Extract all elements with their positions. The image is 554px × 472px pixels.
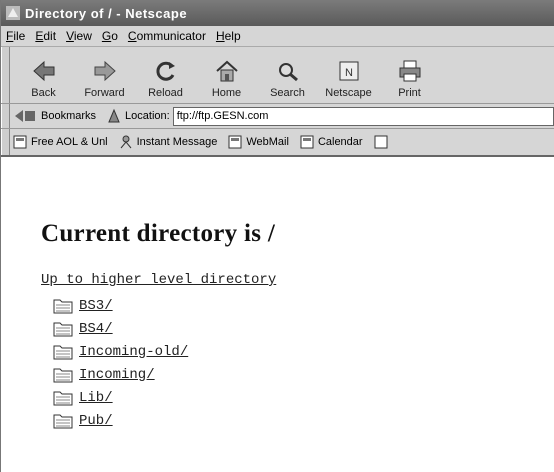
home-label: Home (211, 87, 242, 99)
folder-icon[interactable] (53, 366, 73, 383)
folder-icon[interactable] (53, 389, 73, 406)
directory-link[interactable]: BS4/ (79, 321, 113, 337)
location-label: Location: (125, 110, 170, 122)
location-icon (108, 108, 120, 123)
bookmark-icon (300, 135, 314, 149)
personal-item-label: Instant Message (136, 136, 218, 148)
menu-go[interactable]: Go (102, 29, 118, 43)
folder-icon[interactable] (53, 343, 73, 360)
netscape-icon: N (339, 61, 358, 81)
directory-link[interactable]: Pub/ (79, 413, 113, 429)
window-title: Directory of / - Netscape (25, 5, 188, 21)
personal-item-overflow[interactable] (374, 135, 392, 149)
list-item: BS4/ (53, 317, 554, 340)
netscape-app-icon (6, 6, 20, 20)
bookmarks-button[interactable]: Bookmarks (41, 110, 96, 122)
personal-item-instant-message[interactable]: Instant Message (119, 135, 218, 149)
menu-file[interactable]: File (6, 29, 25, 43)
svg-text:N: N (345, 67, 353, 79)
forward-button[interactable]: Forward (74, 47, 135, 103)
personal-item-label: Calendar (317, 136, 363, 148)
page-heading: Current directory is / (41, 220, 276, 247)
menu-help[interactable]: Help (216, 29, 241, 43)
home-button[interactable]: Home (196, 47, 257, 103)
menu-edit[interactable]: Edit (35, 29, 56, 43)
reload-icon (155, 61, 175, 81)
search-icon (278, 63, 298, 82)
directory-link[interactable]: Lib/ (79, 390, 113, 406)
menu-communicator[interactable]: Communicator (128, 29, 206, 43)
list-item: Incoming/ (53, 363, 554, 386)
back-button[interactable]: Back (13, 47, 74, 103)
bookmark-icon (374, 135, 388, 149)
personal-item-free-aol[interactable]: Free AOL & Unl (13, 135, 108, 149)
search-button[interactable]: Search (257, 47, 318, 103)
netscape-button[interactable]: N Netscape (318, 47, 379, 103)
navigation-toolbar: Back Forward Reload Home Search N Netsca… (1, 47, 554, 104)
personal-item-label: WebMail (246, 136, 289, 148)
forward-label: Forward (84, 87, 125, 99)
bookmarks-icon (15, 110, 35, 122)
location-bar: Bookmarks Location: ftp://ftp.GESN.com (1, 104, 554, 129)
location-url-field[interactable]: ftp://ftp.GESN.com (172, 106, 554, 126)
directory-link[interactable]: Incoming-old/ (79, 344, 188, 360)
personal-item-label: Free AOL & Unl (31, 136, 108, 148)
home-icon (215, 60, 238, 82)
menu-bar: File Edit View Go Communicator Help (1, 26, 554, 47)
forward-icon (94, 60, 116, 82)
print-button[interactable]: Print (379, 47, 440, 103)
back-label: Back (31, 87, 56, 99)
list-item: Lib/ (53, 386, 554, 409)
directory-link[interactable]: Incoming/ (79, 367, 155, 383)
personal-item-webmail[interactable]: WebMail (228, 135, 289, 149)
print-label: Print (398, 87, 421, 99)
bookmark-icon (13, 135, 27, 149)
personal-toolbar: Free AOL & Unl Instant Message WebMail C… (1, 129, 554, 157)
toolbar-grip[interactable] (1, 47, 10, 103)
folder-icon[interactable] (53, 297, 73, 314)
location-grip[interactable] (1, 104, 10, 128)
title-bar: Directory of / - Netscape (1, 0, 554, 26)
browser-window: Directory of / - Netscape File Edit View… (0, 0, 554, 472)
directory-link[interactable]: BS3/ (79, 298, 113, 314)
search-label: Search (270, 87, 305, 99)
folder-icon[interactable] (53, 320, 73, 337)
up-level-link[interactable]: Up to higher level directory (41, 272, 554, 288)
personal-item-calendar[interactable]: Calendar (300, 135, 363, 149)
list-item: Pub/ (53, 409, 554, 432)
bookmark-icon (228, 135, 242, 149)
reload-label: Reload (148, 87, 183, 99)
reload-button[interactable]: Reload (135, 47, 196, 103)
menu-view[interactable]: View (66, 29, 92, 43)
personal-grip[interactable] (1, 129, 10, 155)
print-icon (399, 60, 420, 82)
back-icon (32, 60, 54, 82)
page-content: Current directory is / Up to higher leve… (1, 176, 554, 472)
instant-message-icon (120, 135, 132, 149)
directory-list: BS3/ BS4/ Incoming-old/ Incoming/ Lib/ P… (41, 294, 554, 432)
list-item: Incoming-old/ (53, 340, 554, 363)
netscape-label: Netscape (325, 87, 372, 99)
list-item: BS3/ (53, 294, 554, 317)
folder-icon[interactable] (53, 412, 73, 429)
